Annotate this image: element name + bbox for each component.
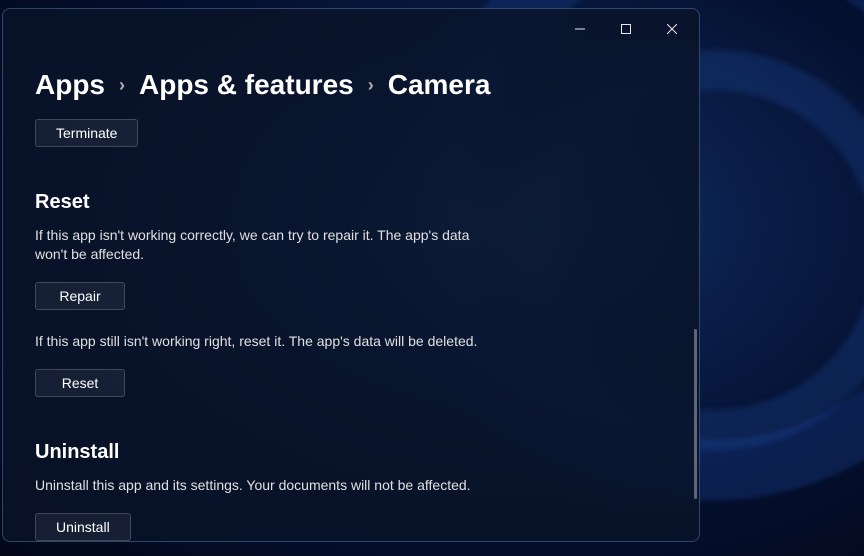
minimize-button[interactable] [557,13,603,45]
breadcrumb: Apps › Apps & features › Camera [35,69,667,101]
minimize-icon [575,24,585,34]
titlebar [3,9,699,49]
repair-description: If this app isn't working correctly, we … [35,226,495,264]
chevron-right-icon: › [119,75,125,96]
breadcrumb-current: Camera [388,69,491,101]
breadcrumb-apps[interactable]: Apps [35,69,105,101]
uninstall-heading: Uninstall [35,441,667,464]
reset-description: If this app still isn't working right, r… [35,332,495,351]
terminate-button[interactable]: Terminate [35,119,138,147]
reset-button[interactable]: Reset [35,369,125,397]
reset-heading: Reset [35,191,667,214]
maximize-icon [621,24,631,34]
chevron-right-icon: › [368,75,374,96]
settings-window: Apps › Apps & features › Camera Terminat… [2,8,700,542]
close-button[interactable] [649,13,695,45]
repair-button[interactable]: Repair [35,282,125,310]
uninstall-description: Uninstall this app and its settings. You… [35,476,495,495]
close-icon [667,24,677,34]
scrollbar-thumb[interactable] [694,329,697,499]
reset-section: Reset If this app isn't working correctl… [35,191,667,397]
maximize-button[interactable] [603,13,649,45]
uninstall-button[interactable]: Uninstall [35,513,131,541]
content-area: Apps › Apps & features › Camera Terminat… [3,49,699,541]
uninstall-section: Uninstall Uninstall this app and its set… [35,441,667,541]
breadcrumb-apps-features[interactable]: Apps & features [139,69,354,101]
